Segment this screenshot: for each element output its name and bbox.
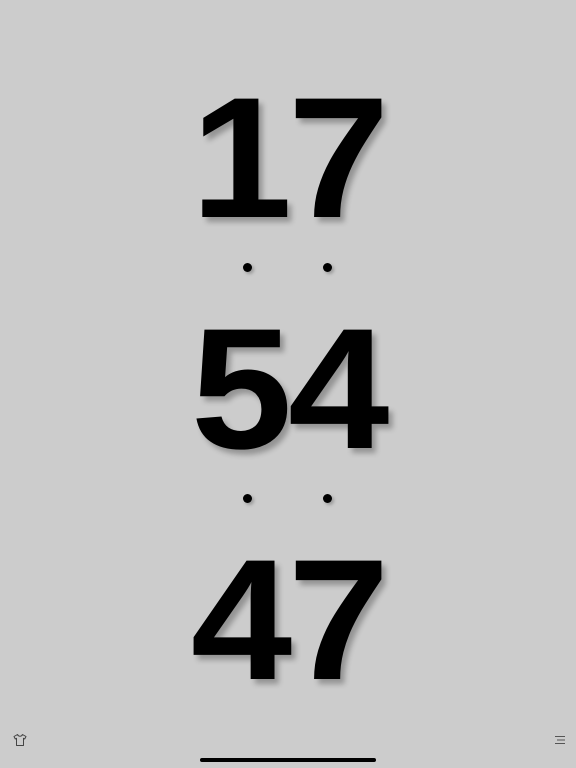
- menu-button[interactable]: [550, 730, 570, 750]
- minute-second-separator: [0, 494, 576, 504]
- clock-display: 17 54 47: [0, 0, 576, 768]
- menu-icon: [555, 736, 565, 744]
- separator-dot: [323, 494, 332, 503]
- separator-dot: [243, 494, 252, 503]
- hour-minute-separator: [0, 263, 576, 273]
- shirt-icon: [13, 734, 27, 746]
- separator-dot: [243, 263, 252, 272]
- separator-dot: [323, 263, 332, 272]
- home-indicator[interactable]: [200, 758, 376, 762]
- theme-button[interactable]: [10, 730, 30, 750]
- minutes-digits: 54: [190, 293, 390, 485]
- seconds-digits: 47: [190, 524, 390, 716]
- hours-digits: 17: [190, 62, 390, 254]
